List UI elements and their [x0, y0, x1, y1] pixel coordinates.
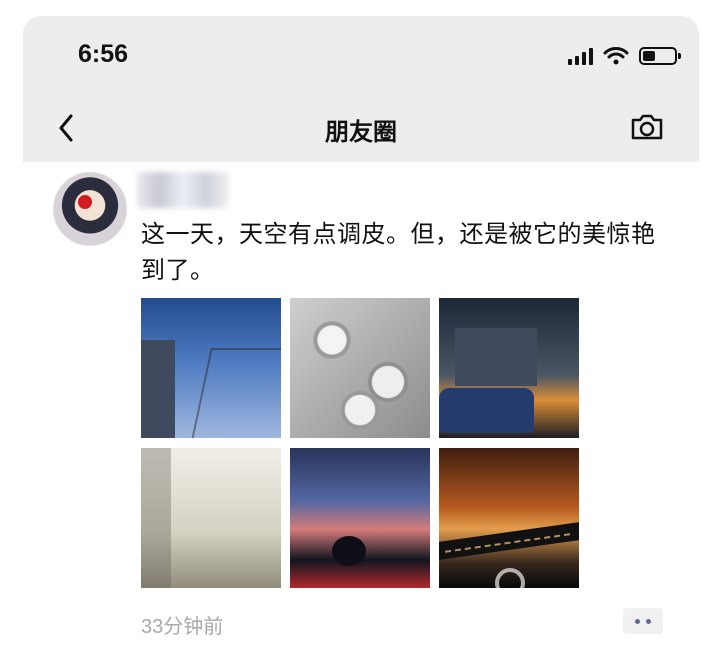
tree-silhouette: [332, 536, 366, 566]
status-time: 6:56: [78, 40, 129, 68]
more-dot: [635, 618, 640, 624]
navigation-bar: 朋友圈: [23, 94, 699, 162]
post-timestamp: 33分钟前: [141, 616, 224, 638]
post-text: 这一天，天空有点调皮。但，还是被它的美惊艳到了。: [141, 220, 656, 284]
wechat-moments-screen: 6:56 朋友圈 这一天，天空有点调皮。但，还是被它的美惊艳到了。 33分钟前: [23, 16, 699, 648]
signal-icon: [568, 47, 593, 65]
car-shape: [439, 388, 534, 433]
camera-icon[interactable]: [629, 111, 665, 143]
blurred-username[interactable]: [137, 172, 229, 208]
building-shape: [141, 340, 175, 438]
avatar-flower: [78, 195, 92, 209]
photo-hailstones[interactable]: [290, 298, 430, 438]
photo-grid: [141, 298, 581, 588]
avatar[interactable]: [53, 172, 127, 246]
watermark-logo: [495, 559, 587, 607]
building-shape: [455, 328, 537, 386]
watermark-circle-icon: [495, 568, 525, 598]
more-button[interactable]: [623, 608, 663, 634]
photo-pale-sky-rainbow[interactable]: [141, 448, 281, 588]
page-title: 朋友圈: [325, 118, 397, 146]
wifi-icon: [603, 47, 629, 65]
moment-post: 这一天，天空有点调皮。但，还是被它的美惊艳到了。 33分钟前: [23, 162, 699, 648]
status-bar: 6:56: [23, 16, 699, 94]
tree-lines: [191, 348, 281, 438]
status-icons: [568, 45, 681, 67]
battery-icon: [639, 47, 681, 65]
photo-sunset-street[interactable]: [439, 298, 579, 438]
tree-shadow: [141, 448, 171, 588]
photo-dusk-clouds[interactable]: [290, 448, 430, 588]
more-dot: [646, 618, 651, 624]
photo-blue-sky-trees[interactable]: [141, 298, 281, 438]
